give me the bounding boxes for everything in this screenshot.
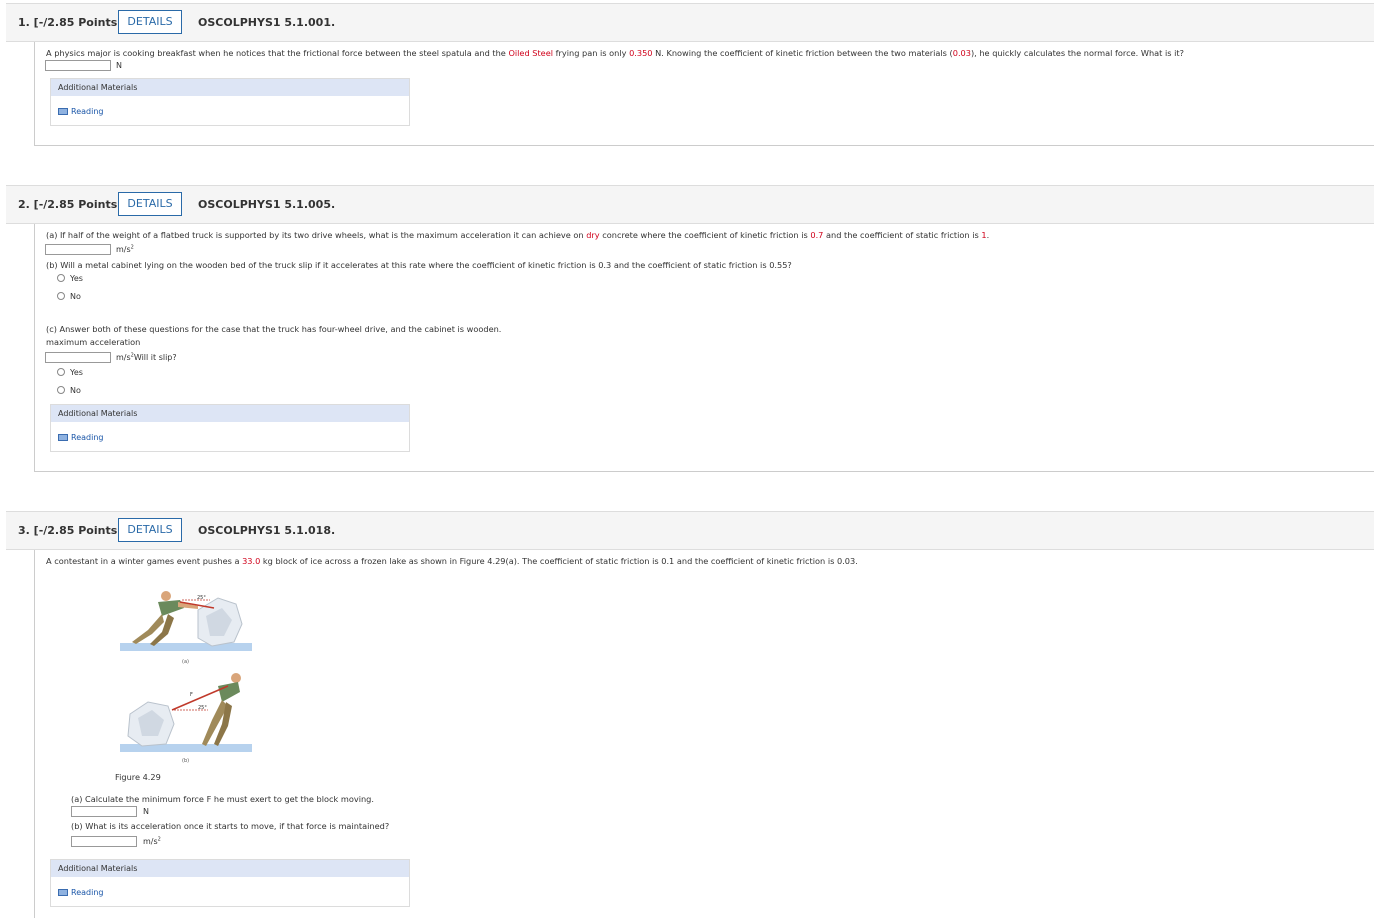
additional-materials-title: Additional Materials <box>58 409 138 418</box>
question-3-header: 3. [-/2.85 Points] DETAILS OSCOLPHYS1 5.… <box>6 511 1374 550</box>
question-2-b-no-label: No <box>70 292 81 301</box>
question-2-part-a-unit: m/s2 <box>116 244 134 254</box>
book-icon <box>58 889 68 896</box>
question-2-b-yes-label: Yes <box>70 274 83 283</box>
question-2-b-no-radio[interactable] <box>57 292 65 300</box>
figure-a-label: (a) <box>182 659 189 665</box>
question-3-code: OSCOLPHYS1 5.1.018. <box>198 524 336 537</box>
contestant-figure <box>132 591 198 646</box>
question-3-details-button[interactable]: DETAILS <box>118 518 182 542</box>
question-3-reading-link[interactable]: Reading <box>58 888 103 897</box>
book-icon <box>58 434 68 441</box>
question-3-part-b-unit: m/s2 <box>143 836 161 846</box>
question-3-text: A contestant in a winter games event pus… <box>46 556 858 566</box>
question-3-points: 3. [-/2.85 Points] <box>18 524 123 537</box>
question-1-unit: N <box>116 61 122 70</box>
additional-materials-title: Additional Materials <box>58 83 138 92</box>
question-2-b-yes-radio[interactable] <box>57 274 65 282</box>
question-1-points: 1. [-/2.85 Points] <box>18 16 123 29</box>
question-2-c-yes-radio[interactable] <box>57 368 65 376</box>
figure-a-angle-label: 25° <box>197 595 206 601</box>
ice-surface <box>120 744 252 752</box>
figure-4-29a: 25° (a) <box>120 591 252 665</box>
question-3-part-a-text: (a) Calculate the minimum force F he mus… <box>71 794 374 804</box>
question-2-part-b-text: (b) Will a metal cabinet lying on the wo… <box>46 260 792 270</box>
ice-block <box>197 597 243 647</box>
question-2-part-a-input[interactable] <box>45 244 111 255</box>
question-2-part-c-label: maximum acceleration <box>46 337 141 347</box>
figure-b-label: (b) <box>182 758 189 764</box>
question-2-part-c-input[interactable] <box>45 352 111 363</box>
question-2-c-no-radio[interactable] <box>57 386 65 394</box>
question-2-part-a-text: (a) If half of the weight of a flatbed t… <box>46 230 990 240</box>
question-1-text: A physics major is cooking breakfast whe… <box>46 48 1184 58</box>
question-1-answer-input[interactable] <box>45 60 111 71</box>
question-2-code: OSCOLPHYS1 5.1.005. <box>198 198 336 211</box>
question-1-reading-link[interactable]: Reading <box>58 107 103 116</box>
question-2-points: 2. [-/2.85 Points] <box>18 198 123 211</box>
question-2-header: 2. [-/2.85 Points] DETAILS OSCOLPHYS1 5.… <box>6 185 1374 224</box>
question-3-additional-materials: Additional Materials Reading <box>50 859 410 907</box>
question-3-part-b-input[interactable] <box>71 836 137 847</box>
ice-block <box>127 701 175 747</box>
figure-b-angle-label: 25° <box>198 705 207 711</box>
question-1-header: 1. [-/2.85 Points] DETAILS OSCOLPHYS1 5.… <box>6 3 1374 42</box>
question-1-details-button[interactable]: DETAILS <box>118 10 182 34</box>
book-icon <box>58 108 68 115</box>
question-2-part-c-unit: m/s2Will it slip? <box>116 352 177 362</box>
contestant-figure <box>202 673 241 746</box>
question-2-c-yes-label: Yes <box>70 368 83 377</box>
ice-surface <box>120 643 252 651</box>
question-3-part-a-unit: N <box>143 807 149 816</box>
question-2-part-c-text: (c) Answer both of these questions for t… <box>46 324 502 334</box>
figure-4-29b: F 25° (b) <box>120 673 252 764</box>
question-1-additional-materials: Additional Materials Reading <box>50 78 410 126</box>
question-3-part-b-text: (b) What is its acceleration once it sta… <box>71 821 390 831</box>
figure-caption: Figure 4.29 <box>115 772 161 782</box>
question-2-details-button[interactable]: DETAILS <box>118 192 182 216</box>
figure-b-force-label: F <box>190 692 193 698</box>
question-3-part-a-input[interactable] <box>71 806 137 817</box>
question-2-reading-link[interactable]: Reading <box>58 433 103 442</box>
question-2-additional-materials: Additional Materials Reading <box>50 404 410 452</box>
question-2-c-no-label: No <box>70 386 81 395</box>
additional-materials-title: Additional Materials <box>58 864 138 873</box>
question-1-code: OSCOLPHYS1 5.1.001. <box>198 16 336 29</box>
